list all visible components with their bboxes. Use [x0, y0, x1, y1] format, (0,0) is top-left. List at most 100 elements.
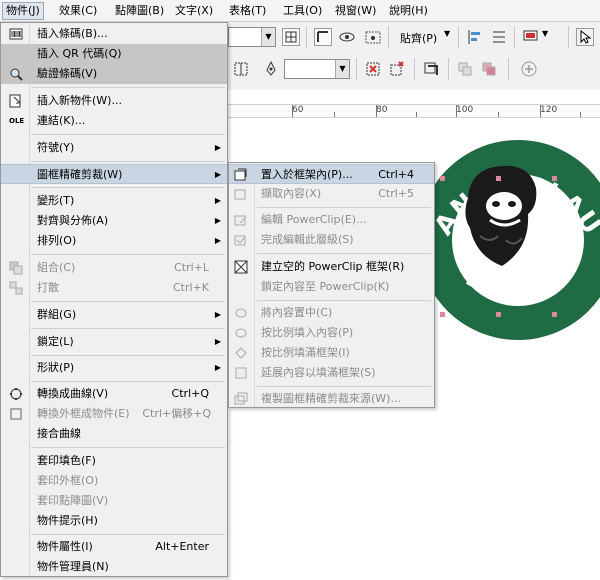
selection-handle[interactable] — [552, 176, 557, 181]
ole-icon: OLE — [9, 117, 25, 125]
menu-item-break-apart[interactable]: 打散 Ctrl+K — [1, 278, 227, 298]
menu-item-validate-barcode[interactable]: 驗證條碼(V) — [1, 64, 227, 84]
add-nodes-icon[interactable] — [388, 60, 406, 78]
menu-item-shortcut: Ctrl+K — [172, 281, 209, 294]
menu-window[interactable]: 視窗(W) — [332, 3, 379, 19]
horizontal-ruler[interactable]: 60 80 100 120 — [228, 104, 600, 118]
submenu-item-create-empty-frame[interactable]: 建立空的 PowerClip 框架(R) — [229, 257, 434, 277]
submenu-item-finish-editing[interactable]: 完成編輯此層級(S) — [229, 230, 434, 250]
menu-item-symbol[interactable]: 符號(Y) ▶ — [1, 138, 227, 158]
add-icon[interactable] — [520, 60, 538, 78]
submenu-arrow-icon: ▶ — [214, 170, 221, 179]
zoom-fit-icon[interactable] — [282, 28, 300, 46]
menu-item-label: 群組(G) — [37, 308, 77, 321]
zoom-select[interactable]: ▼ — [228, 27, 276, 47]
menu-item-powerclip[interactable]: 圖框精確剪裁(W) ▶ — [1, 164, 227, 184]
menu-item-order[interactable]: 排列(O) ▶ — [1, 231, 227, 251]
selection-handle[interactable] — [496, 176, 501, 181]
menu-item-object-manager[interactable]: 物件管理員(N) — [1, 557, 227, 577]
submenu-item-extract-contents[interactable]: 擷取內容(X) Ctrl+5 — [229, 184, 434, 204]
convert-to-curves-icon — [9, 387, 23, 401]
submenu-arrow-icon: ▶ — [214, 216, 221, 225]
menu-item-label: 插入條碼(B)... — [37, 27, 108, 40]
menu-item-insert-new-object[interactable]: 插入新物件(W)... — [1, 91, 227, 111]
menu-item-align-distribute[interactable]: 對齊與分佈(A) ▶ — [1, 211, 227, 231]
menu-item-join-curves[interactable]: 接合曲線 — [1, 424, 227, 444]
menu-item-convert-to-curves[interactable]: 轉換成曲線(V) Ctrl+Q — [1, 384, 227, 404]
edit-fill-icon[interactable] — [232, 60, 250, 78]
menu-item-insert-barcode[interactable]: 插入條碼(B)... — [1, 24, 227, 44]
menu-help[interactable]: 說明(H) — [386, 3, 431, 19]
submenu-item-lock-contents[interactable]: 鎖定內容至 PowerClip(K) — [229, 277, 434, 297]
finish-editing-icon — [234, 233, 248, 247]
menu-table[interactable]: 表格(T) — [226, 3, 269, 19]
submenu-item-fit-contents[interactable]: 按比例填入內容(P) — [229, 323, 434, 343]
selection-handle[interactable] — [440, 312, 445, 317]
menu-item-label: 完成編輯此層級(S) — [261, 233, 354, 246]
center-contents-icon — [234, 306, 248, 320]
menu-item-label: 形狀(P) — [37, 361, 75, 374]
menu-item-shortcut: Ctrl+偏移+Q — [142, 407, 211, 420]
grid-toggle-icon[interactable] — [364, 28, 382, 46]
menu-bitmaps[interactable]: 點陣圖(B) — [112, 3, 167, 19]
menu-text[interactable]: 文字(X) — [172, 3, 216, 19]
menu-item-group[interactable]: 群組(G) ▶ — [1, 305, 227, 325]
menu-item-combine[interactable]: 組合(C) Ctrl+L — [1, 258, 227, 278]
trim-icon[interactable] — [480, 60, 498, 78]
menu-item-lock[interactable]: 鎖定(L) ▶ — [1, 332, 227, 352]
crop-icon[interactable] — [422, 60, 440, 78]
chevron-down-icon[interactable]: ▼ — [542, 29, 548, 38]
outline-width-select[interactable]: ▼ — [284, 59, 350, 79]
menu-item-insert-qr[interactable]: 插入 QR 代碼(Q) — [1, 44, 227, 64]
pointer-icon[interactable] — [576, 28, 594, 46]
submenu-item-place-inside-frame[interactable]: 置入於框架內(P)... Ctrl+4 — [229, 164, 434, 184]
break-apart-icon — [9, 281, 23, 295]
eye-icon[interactable] — [338, 28, 356, 46]
pen-nib-icon[interactable] — [262, 60, 280, 78]
options-icon[interactable] — [490, 28, 508, 46]
menu-object[interactable]: 物件(J) — [2, 2, 44, 20]
menu-item-overprint-outline[interactable]: 套印外框(O) — [1, 471, 227, 491]
menu-item-object-properties[interactable]: 物件屬性(I) Alt+Enter — [1, 537, 227, 557]
menu-tools[interactable]: 工具(O) — [280, 3, 325, 19]
delete-nodes-icon[interactable] — [364, 60, 382, 78]
outline-to-object-icon — [9, 407, 23, 421]
menu-item-label: 套印外框(O) — [37, 474, 99, 487]
menu-item-shape[interactable]: 形狀(P) ▶ — [1, 358, 227, 378]
menu-item-outline-to-object[interactable]: 轉換外框成物件(E) Ctrl+偏移+Q — [1, 404, 227, 424]
menu-item-links[interactable]: OLE 連結(K)... — [1, 111, 227, 131]
chevron-down-icon: ▼ — [261, 28, 275, 46]
menu-effects[interactable]: 效果(C) — [56, 3, 100, 19]
chevron-down-icon[interactable]: ▼ — [444, 29, 450, 38]
selection-handle[interactable] — [496, 312, 501, 317]
submenu-item-edit-powerclip[interactable]: 編輯 PowerClip(E)... — [229, 210, 434, 230]
edit-powerclip-icon — [234, 213, 248, 227]
selection-handle[interactable] — [552, 312, 557, 317]
rulers-toggle-icon[interactable] — [314, 28, 332, 46]
submenu-item-stretch-contents[interactable]: 延展內容以填滿框架(S) — [229, 363, 434, 383]
submenu-item-center-contents[interactable]: 將內容置中(C) — [229, 303, 434, 323]
menu-item-label: 接合曲線 — [37, 427, 81, 440]
menu-item-overprint-bitmap[interactable]: 套印點陣圖(V) — [1, 491, 227, 511]
snap-to-label[interactable]: 貼齊(P) — [400, 30, 437, 46]
submenu-arrow-icon: ▶ — [214, 236, 221, 245]
extract-contents-icon — [234, 187, 248, 201]
toolbar-area: ▼ 貼齊(P) ▼ ▼ ▼ — [228, 22, 600, 90]
monitor-icon[interactable] — [522, 28, 540, 46]
menu-item-label: 套印點陣圖(V) — [37, 494, 109, 507]
santa-claus-logo[interactable]: SANTA CLAUS HAPPY — [410, 128, 600, 358]
menu-item-label: 編輯 PowerClip(E)... — [261, 213, 367, 226]
menu-item-transformations[interactable]: 變形(T) ▶ — [1, 191, 227, 211]
menu-item-label: 置入於框架內(P)... — [261, 168, 353, 181]
menu-item-label: 按比例填滿框架(I) — [261, 346, 350, 359]
submenu-item-fill-frame[interactable]: 按比例填滿框架(I) — [229, 343, 434, 363]
menu-item-label: 轉換成曲線(V) — [37, 387, 109, 400]
menu-item-object-hints[interactable]: 物件提示(H) — [1, 511, 227, 531]
submenu-item-copy-powerclip[interactable]: 複製圖框精確剪裁來源(W)... — [229, 389, 434, 409]
selection-handle[interactable] — [440, 176, 445, 181]
powerclip-submenu: 置入於框架內(P)... Ctrl+4 擷取內容(X) Ctrl+5 編輯 Po… — [228, 162, 435, 408]
menu-item-label: 按比例填入內容(P) — [261, 326, 354, 339]
weld-icon[interactable] — [456, 60, 474, 78]
menu-item-overprint-fill[interactable]: 套印填色(F) — [1, 451, 227, 471]
align-icon[interactable] — [466, 28, 484, 46]
